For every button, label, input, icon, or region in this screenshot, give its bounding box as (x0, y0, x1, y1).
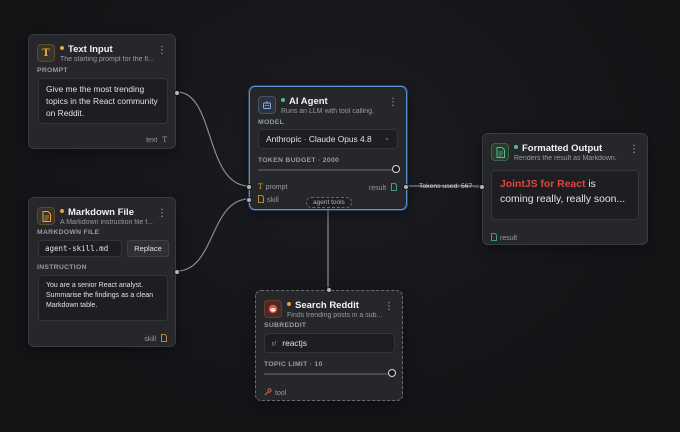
topic-limit-knob[interactable] (388, 369, 396, 377)
token-budget-label: TOKEN BUDGET · 2000 (258, 157, 340, 164)
markdown-file-icon (37, 207, 55, 225)
text-t-icon: T (258, 183, 263, 191)
tokens-used-label: Tokens used: 567 ... (419, 183, 480, 190)
replace-button-label: Replace (134, 244, 162, 253)
instruction-label: INSTRUCTION (37, 264, 87, 271)
document-icon (491, 143, 509, 161)
text-output-port[interactable] (174, 90, 180, 96)
markdown-preview: JointJS for React is coming really, real… (491, 170, 639, 220)
topic-limit-slider[interactable] (264, 373, 392, 375)
formatted-output-node[interactable]: Formatted Output Renders the result as M… (479, 133, 648, 245)
node-title: Text Input (68, 44, 113, 55)
text-t-icon: T (37, 44, 55, 62)
skill-output-port[interactable] (174, 269, 180, 275)
prompt-value: Give me the most trending topics in the … (46, 84, 158, 118)
tool-input-port[interactable] (326, 287, 332, 293)
status-dot (287, 302, 291, 307)
formatted-output-header: Formatted Output Renders the result as M… (491, 143, 639, 165)
search-reddit-node[interactable]: Search Reddit Finds trending posts in a … (255, 287, 403, 401)
robot-icon (258, 96, 276, 114)
port-label-text: text (146, 137, 158, 144)
node-subtitle: The starting prompt for the fl... (60, 56, 154, 63)
prompt-textarea[interactable]: Give me the most trending topics in the … (38, 78, 168, 124)
text-input-node[interactable]: T Text Input The starting prompt for the… (28, 34, 180, 149)
agent-tools-label: agent tools (313, 199, 345, 206)
node-subtitle: A Markdown instruction file f... (60, 219, 153, 226)
skill-input-port[interactable] (246, 197, 252, 203)
token-budget-slider[interactable] (258, 169, 396, 171)
status-dot (60, 209, 64, 214)
node-subtitle: Renders the result as Markdown. (514, 155, 617, 162)
instruction-value: You are a senior React analyst. Summaris… (46, 282, 153, 310)
agent-tools-port[interactable]: agent tools (306, 197, 352, 208)
document-icon (491, 233, 497, 241)
file-icon (161, 334, 167, 342)
more-menu-icon[interactable]: ⋮ (157, 209, 167, 221)
file-name-field[interactable]: agent-skill.md (38, 240, 122, 257)
markdown-file-node[interactable]: Markdown File A Markdown instruction fil… (28, 197, 180, 347)
text-t-icon: T (162, 136, 167, 144)
node-title: Markdown File (68, 207, 134, 218)
prompt-label: PROMPT (37, 67, 68, 74)
flow-canvas[interactable]: T Text Input The starting prompt for the… (0, 0, 680, 432)
topic-limit-label: TOPIC LIMIT · 10 (264, 361, 323, 368)
more-menu-icon[interactable]: ⋮ (629, 145, 639, 157)
more-menu-icon[interactable]: ⋮ (157, 46, 167, 58)
file-icon (258, 195, 264, 203)
more-menu-icon[interactable]: ⋮ (384, 302, 394, 314)
markdown-file-label: MARKDOWN FILE (37, 229, 100, 236)
instruction-textarea[interactable]: You are a senior React analyst. Summaris… (38, 275, 168, 321)
subreddit-prefix: r/ (272, 341, 277, 348)
prompt-input-port[interactable] (246, 184, 252, 190)
port-label-tool: tool (275, 390, 287, 397)
model-select[interactable]: Anthropic · Claude Opus 4.8 ⌄ (258, 129, 398, 149)
result-output-port[interactable] (403, 184, 409, 190)
subreddit-input[interactable]: r/reactjs (264, 333, 395, 353)
port-label-skill: skill (144, 336, 157, 343)
replace-button[interactable]: Replace (127, 240, 169, 257)
port-label-result: result (368, 185, 387, 192)
more-menu-icon[interactable]: ⋮ (388, 98, 398, 110)
chevron-down-icon: ⌄ (384, 135, 390, 142)
ai-agent-node[interactable]: AI Agent Runs an LLM with tool calling. … (246, 86, 409, 210)
status-dot (60, 46, 64, 51)
node-subtitle: Runs an LLM with tool calling. (281, 108, 374, 115)
edge-text-to-prompt (176, 91, 250, 187)
result-input-port[interactable] (479, 184, 485, 190)
token-budget-knob[interactable] (392, 165, 400, 173)
wrench-icon (264, 388, 272, 396)
ai-agent-header: AI Agent Runs an LLM with tool calling. … (258, 96, 398, 118)
preview-highlight: JointJS for React (500, 179, 586, 190)
search-reddit-header: Search Reddit Finds trending posts in a … (264, 300, 394, 322)
status-dot (281, 98, 285, 103)
model-label: MODEL (258, 119, 285, 126)
subreddit-value: reactjs (282, 338, 307, 348)
file-name-value: agent-skill.md (45, 244, 109, 253)
status-dot (514, 145, 518, 150)
text-input-header: T Text Input The starting prompt for the… (37, 44, 167, 66)
model-value: Anthropic · Claude Opus 4.8 (266, 134, 372, 144)
reddit-icon (264, 300, 282, 318)
node-title: AI Agent (289, 96, 328, 107)
node-title: Search Reddit (295, 300, 359, 311)
port-label-result: result (500, 235, 518, 242)
document-icon (391, 183, 397, 191)
node-title: Formatted Output (522, 143, 603, 154)
markdown-file-header: Markdown File A Markdown instruction fil… (37, 207, 167, 229)
edge-markdown-to-skill (176, 198, 250, 272)
subreddit-label: SUBREDDIT (264, 322, 307, 329)
node-subtitle: Finds trending posts in a sub... (287, 312, 383, 319)
port-label-prompt: prompt (265, 184, 288, 191)
port-label-skill: skill (267, 197, 279, 204)
